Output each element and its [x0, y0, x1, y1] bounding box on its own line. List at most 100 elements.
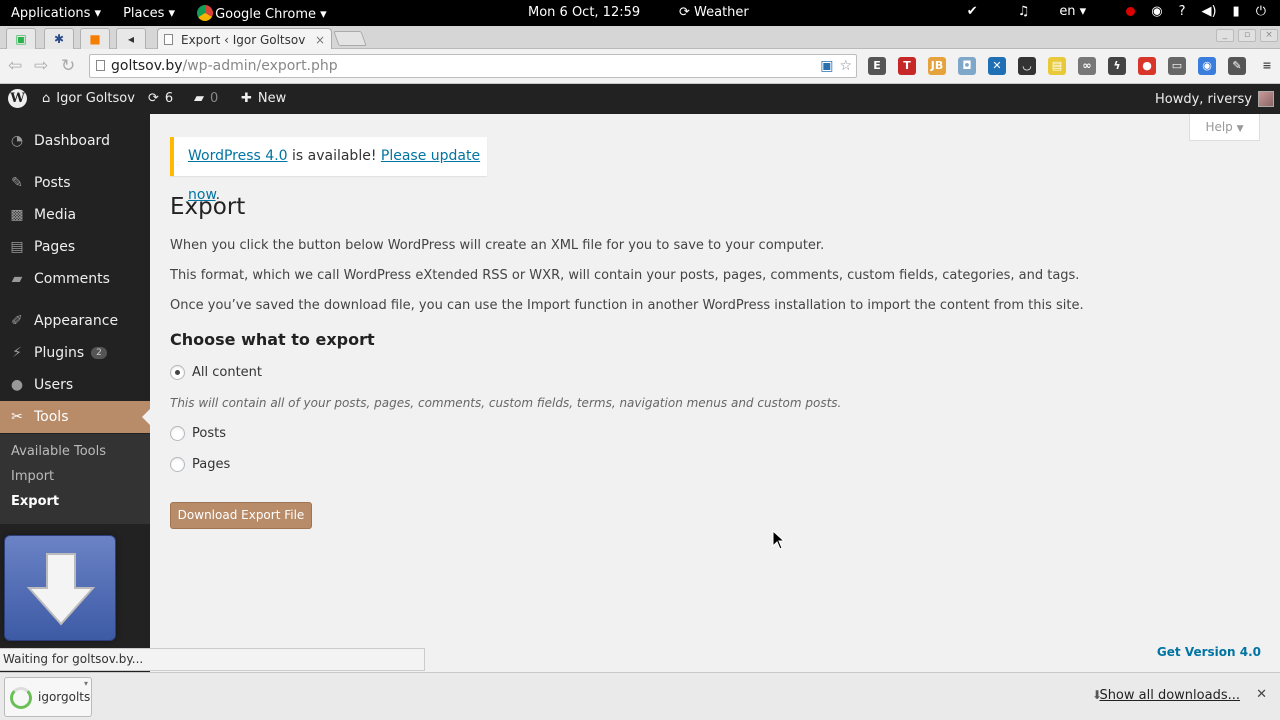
sidebar-item-label: Posts — [34, 175, 71, 191]
pinned-tab-blogger[interactable]: ■ — [80, 28, 110, 49]
sidebar-item-tools[interactable]: ✂ Tools — [0, 401, 150, 433]
todo-icon[interactable]: T — [898, 57, 916, 75]
paintbrush-icon: ✐ — [11, 313, 23, 329]
applications-menu[interactable]: Applications ▾ — [0, 6, 112, 21]
format-paragraph: This format, which we call WordPress eXt… — [170, 268, 1080, 283]
help-tab-button[interactable]: Help ▼ — [1189, 114, 1260, 141]
comment-icon: ▰ — [194, 91, 204, 106]
download-file-name: igorgoltsov — [38, 690, 91, 704]
link-icon[interactable]: ∞ — [1078, 57, 1096, 75]
sidebar-item-dashboard[interactable]: ◔ Dashboard — [0, 125, 150, 157]
sidebar-item-comments[interactable]: ▰ Comments — [0, 263, 150, 295]
new-tab-button[interactable] — [333, 31, 367, 46]
music-icon[interactable]: ♫ — [1018, 4, 1030, 19]
sidebar-item-label: Appearance — [34, 313, 119, 329]
sidebar-item-appearance[interactable]: ✐ Appearance — [0, 305, 150, 337]
refresh-icon: ⟳ — [679, 5, 695, 20]
my-account-menu[interactable]: Howdy, riversy — [1155, 91, 1274, 107]
tab-title: Export ‹ Igor Goltsov — [181, 32, 306, 47]
home-icon: ⌂ — [42, 91, 51, 106]
download-item[interactable]: igorgoltsov ▾ — [4, 677, 92, 717]
sidebar-item-posts[interactable]: ✎ Posts — [0, 167, 150, 199]
updates-link[interactable]: ⟳ 6 — [148, 91, 173, 106]
close-icon[interactable]: ✕ — [1256, 687, 1267, 702]
back-icon[interactable]: ⇦ — [8, 57, 22, 75]
pinned-tab-feedly[interactable]: ▣ — [6, 28, 36, 49]
sidebar-item-label: Tools — [34, 409, 69, 425]
submenu-export[interactable]: Export — [11, 494, 59, 509]
language-indicator[interactable]: en ▾ — [1059, 4, 1086, 19]
camera-icon[interactable]: ◘ — [958, 57, 976, 75]
pinned-tab-tree[interactable]: ✱ — [44, 28, 74, 49]
record-icon[interactable] — [1126, 7, 1136, 16]
reload-icon[interactable]: ↻ — [61, 57, 75, 75]
sidebar-item-label: Comments — [34, 271, 110, 287]
chevron-down-icon[interactable]: ▾ — [84, 679, 88, 688]
sidebar-item-users[interactable]: ● Users — [0, 369, 150, 401]
chrome-sync-icon[interactable]: ◉ — [1198, 57, 1216, 75]
page-action-icon[interactable]: ▣ — [820, 55, 833, 77]
comments-link[interactable]: ▰ 0 — [194, 91, 218, 106]
option-pages[interactable]: Pages — [170, 457, 230, 472]
network-icon[interactable]: ◉ — [1151, 4, 1162, 19]
radio-posts[interactable] — [170, 426, 185, 441]
bookmark-star-icon[interactable]: ☆ — [839, 55, 852, 77]
minimize-button[interactable]: _ — [1216, 29, 1234, 42]
submenu-import[interactable]: Import — [11, 469, 54, 484]
sidebar-item-label: Plugins — [34, 345, 85, 361]
feedly-icon: ▣ — [15, 32, 27, 46]
maximize-button[interactable]: ▫ — [1238, 29, 1256, 42]
panel-clock[interactable]: Mon 6 Oct, 12:59 — [528, 5, 640, 20]
option-all-content[interactable]: All content — [170, 365, 262, 380]
close-window-button[interactable]: × — [1260, 29, 1278, 42]
timer-icon[interactable]: ● — [1138, 57, 1156, 75]
pinned-tab-audio[interactable]: ◂ — [116, 28, 146, 49]
sidebar-item-pages[interactable]: ▤ Pages — [0, 231, 150, 263]
page-icon — [164, 34, 173, 45]
wp-logo-menu[interactable]: W — [8, 89, 27, 108]
sidebar-item-label: Users — [34, 377, 74, 393]
address-bar[interactable]: goltsov.by/wp-admin/export.php ▣ ☆ — [89, 54, 857, 78]
tab-export[interactable]: Export ‹ Igor Goltsov × — [157, 28, 332, 50]
pocket-icon[interactable]: ◡ — [1018, 57, 1036, 75]
xmind-icon[interactable]: ✕ — [988, 57, 1006, 75]
radio-all-content[interactable] — [170, 365, 185, 380]
tools-icon[interactable]: ✎ — [1228, 57, 1246, 75]
site-name-link[interactable]: ⌂ Igor Goltsov — [42, 91, 135, 106]
submenu-available-tools[interactable]: Available Tools — [11, 444, 106, 459]
extension-icons: E T JB ◘ ✕ ◡ ▤ ∞ ϟ ● ▭ ◉ ✎ ≡ — [868, 57, 1276, 75]
chrome-menu-icon[interactable]: ≡ — [1258, 57, 1276, 75]
new-content-link[interactable]: ✚ New — [241, 91, 286, 106]
plugins-update-badge: 2 — [91, 347, 107, 359]
sidebar-item-plugins[interactable]: ⚡ Plugins 2 — [0, 337, 150, 369]
notes-icon[interactable]: ▤ — [1048, 57, 1066, 75]
help-icon[interactable]: ? — [1179, 4, 1186, 19]
chrome-icon — [197, 4, 214, 21]
forward-icon[interactable]: ⇨ — [34, 57, 48, 75]
volume-icon[interactable]: ◀) — [1201, 4, 1216, 19]
comments-count: 0 — [210, 91, 219, 106]
app-menu[interactable]: Google Chrome ▾ — [186, 4, 338, 22]
jetbrains-icon[interactable]: JB — [928, 57, 946, 75]
tab-close-icon[interactable]: × — [315, 33, 325, 47]
update-notice-text: is available! — [287, 148, 381, 164]
option-posts[interactable]: Posts — [170, 426, 226, 441]
sidebar-item-media[interactable]: ▩ Media — [0, 199, 150, 231]
evernote-icon[interactable]: E — [868, 57, 886, 75]
lightning-icon[interactable]: ϟ — [1108, 57, 1126, 75]
app-menu-label: Google Chrome ▾ — [215, 6, 327, 22]
power-icon[interactable]: ⏻ — [1256, 4, 1266, 19]
window-icon[interactable]: ▭ — [1168, 57, 1186, 75]
wordpress-version-link[interactable]: WordPress 4.0 — [188, 148, 288, 164]
plus-icon: ✚ — [241, 91, 252, 106]
battery-icon[interactable]: ▮ — [1233, 4, 1240, 19]
radio-pages[interactable] — [170, 457, 185, 472]
vk-icon[interactable]: ✔ — [967, 4, 978, 19]
show-all-downloads-link[interactable]: Show all downloads... — [1099, 688, 1240, 703]
plugin-icon: ⚡ — [12, 345, 22, 361]
download-export-button[interactable]: Download Export File — [170, 502, 312, 529]
places-menu[interactable]: Places ▾ — [112, 6, 186, 21]
weather-indicator[interactable]: ⟳ Weather — [679, 5, 749, 20]
get-version-link[interactable]: Get Version 4.0 — [1157, 645, 1261, 659]
option-label: Posts — [192, 426, 226, 441]
